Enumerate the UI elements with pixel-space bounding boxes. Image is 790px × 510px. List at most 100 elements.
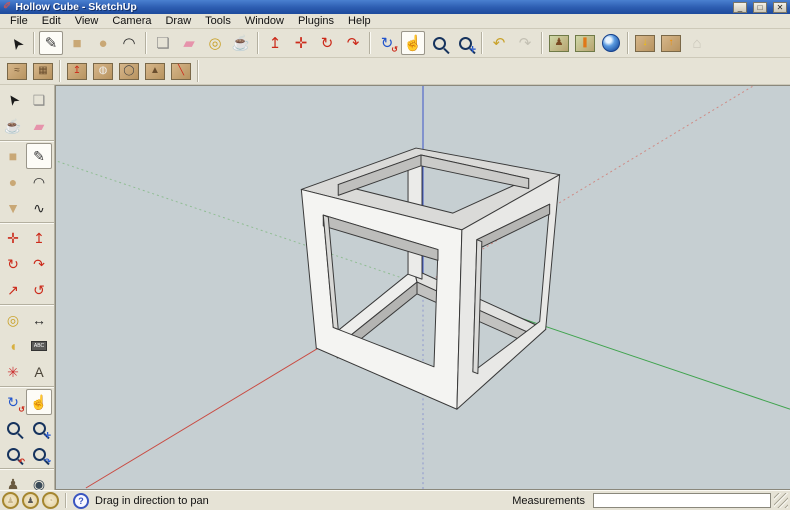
window-title: Hollow Cube - SketchUp: [15, 1, 137, 13]
lt-select-tool-icon[interactable]: ➤: [0, 87, 26, 113]
menu-window[interactable]: Window: [238, 15, 291, 28]
lt-position-camera-tool-icon[interactable]: ♟: [0, 471, 26, 490]
lt-next-view-icon[interactable]: ↷: [26, 441, 52, 467]
status-globe-icon[interactable]: ◔: [42, 492, 59, 509]
lt-push-pull-tool-icon[interactable]: ↥: [26, 225, 52, 251]
lt-follow-me-tool-icon-glyph: ↷: [33, 256, 45, 272]
drape-tool-icon[interactable]: ◯: [117, 59, 141, 83]
menu-plugins[interactable]: Plugins: [291, 15, 341, 28]
lt-scale-tool-icon[interactable]: ↗: [0, 277, 26, 303]
status-hint: Drag in direction to pan: [95, 494, 209, 507]
status-pin-icon[interactable]: ♟: [22, 492, 39, 509]
eraser-tool-icon[interactable]: ▰: [177, 31, 201, 55]
model-viewport[interactable]: [56, 86, 790, 489]
share-model-icon[interactable]: ↑: [659, 31, 683, 55]
lt-3d-text-tool-icon[interactable]: A: [26, 359, 52, 385]
move-tool-icon[interactable]: ✛: [289, 31, 313, 55]
orbit-tool-icon[interactable]: ↻ ↺: [375, 31, 399, 55]
lt-rotate-tool-icon[interactable]: ↻: [0, 251, 26, 277]
minimize-button[interactable]: _: [733, 1, 747, 13]
arc-tool-icon-glyph: ◠: [122, 34, 136, 52]
sketchup-logo-icon: ✐: [3, 1, 12, 12]
lt-look-around-tool-icon[interactable]: ◉: [26, 471, 52, 490]
lt-protractor-tool-icon[interactable]: ◖: [0, 333, 26, 359]
lt-paint-bucket-tool-icon-glyph: ☕: [4, 118, 22, 134]
select-tool-icon[interactable]: ➤: [5, 31, 29, 55]
from-scratch-tool-icon-glyph: ▦: [33, 62, 53, 80]
line-tool-icon[interactable]: ✎: [39, 31, 63, 55]
lt-freehand-tool-icon[interactable]: ∿: [26, 195, 52, 221]
rectangle-tool-icon[interactable]: ■: [65, 31, 89, 55]
lt-arc-tool-icon[interactable]: ◠: [26, 169, 52, 195]
lt-move-tool-icon-glyph: ✛: [7, 230, 19, 246]
tape-measure-tool-icon-glyph: ◎: [208, 34, 222, 52]
menu-view[interactable]: View: [68, 15, 106, 28]
hollow-cube-model[interactable]: [300, 147, 561, 410]
rotate-tool-icon[interactable]: ↻: [315, 31, 339, 55]
lt-dimension-tool-icon[interactable]: ↔: [26, 307, 52, 333]
lt-offset-tool-icon[interactable]: ↺: [26, 277, 52, 303]
flip-edge-tool-icon[interactable]: ╲: [169, 59, 193, 83]
menu-tools[interactable]: Tools: [198, 15, 238, 28]
lt-axes-tool-icon[interactable]: ✳: [0, 359, 26, 385]
lt-circle-tool-icon-glyph: ●: [8, 174, 18, 190]
offset-tool-icon[interactable]: ↷: [341, 31, 365, 55]
make-component-tool-icon[interactable]: ❏: [151, 31, 175, 55]
separator: [0, 304, 54, 306]
lt-move-tool-icon[interactable]: ✛: [0, 225, 26, 251]
separator: [0, 386, 54, 388]
lt-orbit-tool-icon[interactable]: ↻ ↺: [0, 389, 26, 415]
help-icon[interactable]: ?: [73, 492, 89, 509]
lt-previous-view-icon-overlay: ↶: [18, 457, 25, 466]
lt-paint-bucket-tool-icon[interactable]: ☕: [0, 113, 26, 139]
lt-line-tool-icon[interactable]: ✎: [26, 143, 52, 169]
lt-circle-tool-icon[interactable]: ●: [0, 169, 26, 195]
zoom-tool-icon[interactable]: [427, 31, 451, 55]
previous-view-icon[interactable]: ↶: [487, 31, 511, 55]
pan-tool-icon[interactable]: ☝: [401, 31, 425, 55]
add-location-icon[interactable]: ♟: [547, 31, 571, 55]
lt-rectangle-tool-icon[interactable]: ■: [0, 143, 26, 169]
resize-grip[interactable]: [774, 493, 788, 508]
add-detail-tool-icon[interactable]: ▲: [143, 59, 167, 83]
stamp-tool-icon[interactable]: ◍: [91, 59, 115, 83]
lt-eraser-tool-icon[interactable]: ▰: [26, 113, 52, 139]
lt-eraser-tool-icon-glyph: ▰: [33, 118, 45, 134]
lt-zoom-extents-tool-icon[interactable]: ✛: [26, 415, 52, 441]
paint-bucket-tool-icon[interactable]: ☕: [229, 31, 253, 55]
measurements-input[interactable]: [593, 493, 771, 508]
menu-edit[interactable]: Edit: [35, 15, 68, 28]
model-canvas[interactable]: [55, 85, 790, 490]
next-view-icon[interactable]: ↷: [513, 31, 537, 55]
circle-tool-icon-glyph: ●: [98, 34, 108, 52]
lt-previous-view-icon[interactable]: ↶: [0, 441, 26, 467]
lt-position-camera-tool-icon-glyph: ♟: [6, 476, 20, 490]
tape-measure-tool-icon[interactable]: ◎: [203, 31, 227, 55]
lt-text-tool-icon[interactable]: ABC: [26, 333, 52, 359]
lt-pan-tool-icon[interactable]: ☝: [26, 389, 52, 415]
close-button[interactable]: ✕: [773, 1, 787, 13]
toggle-terrain-icon[interactable]: ❚: [573, 31, 597, 55]
lt-make-component-tool-icon[interactable]: ❏: [26, 87, 52, 113]
lt-tape-measure-tool-icon[interactable]: ◎: [0, 307, 26, 333]
arc-tool-icon[interactable]: ◠: [117, 31, 141, 55]
zoom-extents-tool-icon[interactable]: ✛: [453, 31, 477, 55]
lt-polygon-tool-icon[interactable]: ▼: [0, 195, 26, 221]
maximize-button[interactable]: □: [753, 1, 767, 13]
status-person-icon[interactable]: ♟: [2, 492, 19, 509]
menu-draw[interactable]: Draw: [158, 15, 198, 28]
menu-camera[interactable]: Camera: [105, 15, 158, 28]
component-house-icon[interactable]: ⌂: [685, 31, 709, 55]
lt-zoom-tool-icon[interactable]: [0, 415, 26, 441]
get-models-icon[interactable]: ↓: [633, 31, 657, 55]
menu-file[interactable]: File: [3, 15, 35, 28]
push-pull-tool-icon[interactable]: ↥: [263, 31, 287, 55]
window-body: ➤ ❏ ☕ ▰ ■ ✎ ● ◠ ▼ ∿ ✛ ↥ ↻ ↷ ↗ ↺ ◎ ↔ ◖ ABC ✳ A ↻ ↺ ☝ ✛ ↶ ↷ ♟ ◉: [0, 85, 790, 490]
lt-follow-me-tool-icon[interactable]: ↷: [26, 251, 52, 277]
circle-tool-icon[interactable]: ●: [91, 31, 115, 55]
smoove-tool-icon[interactable]: ↥: [65, 59, 89, 83]
from-scratch-tool-icon[interactable]: ▦: [31, 59, 55, 83]
menu-help[interactable]: Help: [341, 15, 378, 28]
from-contours-tool-icon[interactable]: ≈: [5, 59, 29, 83]
google-earth-icon[interactable]: [599, 31, 623, 55]
